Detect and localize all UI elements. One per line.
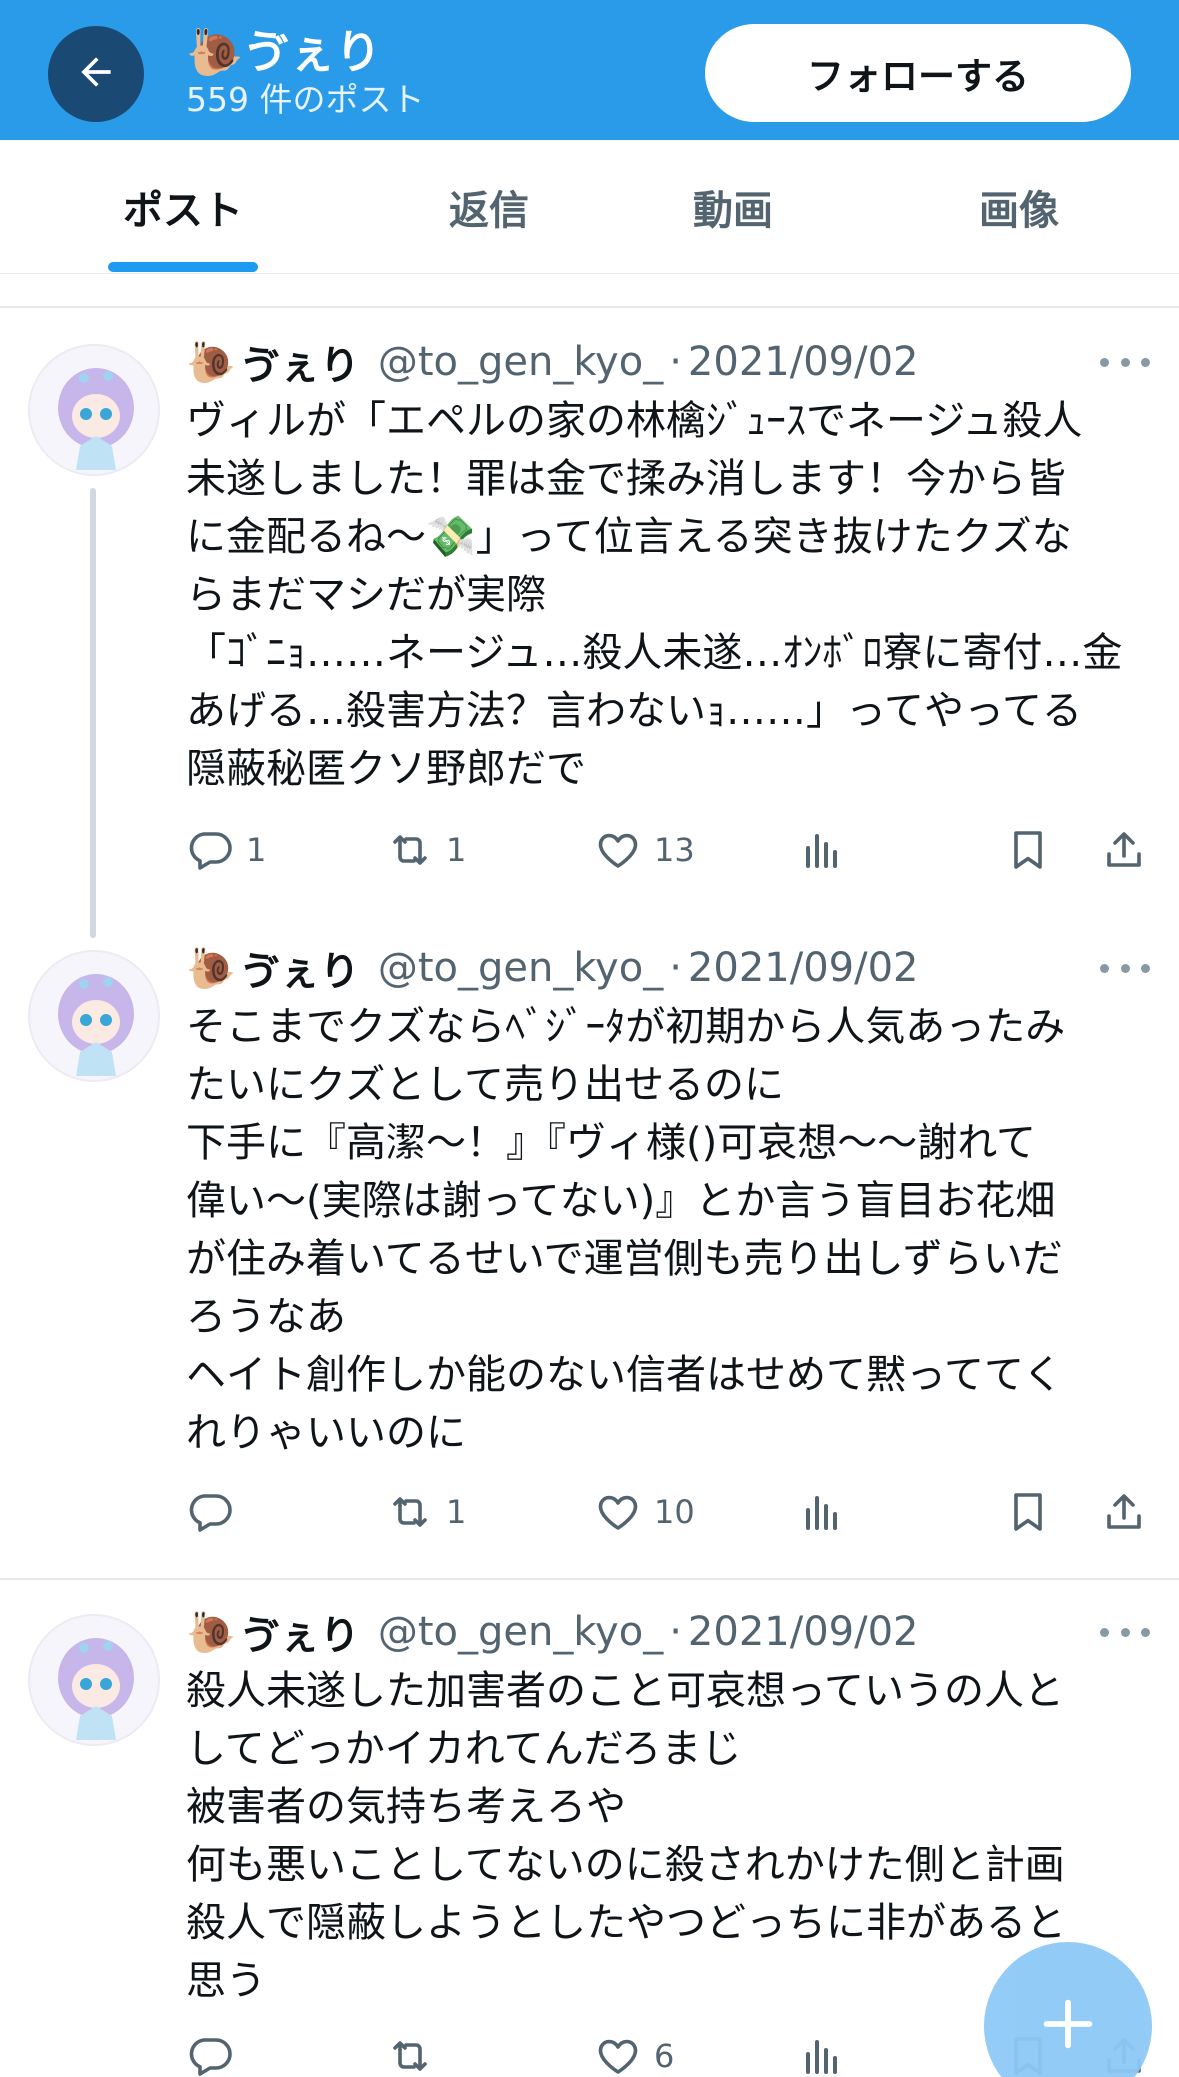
more-icon[interactable]: [1100, 352, 1150, 372]
bookmark-button[interactable]: [1004, 820, 1052, 880]
views-button[interactable]: [798, 2026, 846, 2077]
reply-count: 1: [246, 831, 267, 869]
post-text: そこまでクズならﾍﾞｼﾞｰﾀが初期から人気あったみ たいにクズとして売り出せるの…: [186, 1004, 1066, 1456]
like-count: 6: [654, 2037, 675, 2075]
arrow-left-icon: [74, 50, 118, 98]
heart-icon: [598, 833, 638, 868]
more-icon[interactable]: [1100, 958, 1150, 978]
retweet-count: 1: [446, 1493, 467, 1531]
tab-videos[interactable]: 動画: [610, 140, 856, 274]
avatar[interactable]: [28, 1614, 160, 1746]
bookmark-icon: [1014, 831, 1042, 869]
tab-images[interactable]: 画像: [896, 140, 1142, 274]
reply-icon: [189, 832, 232, 870]
post-header: 🐌 ゔぇり @to_gen_kyo_ · 2021/09/02: [186, 334, 918, 390]
snail-emoji: 🐌: [186, 945, 236, 992]
bookmark-icon: [1014, 1493, 1042, 1531]
reply-button[interactable]: [186, 1482, 246, 1542]
like-count: 13: [654, 831, 695, 869]
views-icon: [806, 1496, 837, 1530]
snail-emoji: 🐌: [186, 339, 236, 386]
separator-dot: ·: [669, 945, 682, 991]
more-icon[interactable]: [1100, 1622, 1150, 1642]
share-button[interactable]: [1100, 1482, 1148, 1542]
author-handle[interactable]: @to_gen_kyo_: [378, 1609, 663, 1655]
retweet-count: 1: [446, 831, 467, 869]
post-text: 殺人未遂した加害者のこと可哀想っていうの人と してどっかイカれてんだろまじ 被害…: [186, 1668, 1066, 2004]
separator-dot: ·: [669, 339, 682, 385]
profile-tabs: ポスト 返信 動画 画像: [0, 140, 1179, 274]
follow-button[interactable]: フォローする: [705, 24, 1131, 122]
reply-button[interactable]: [186, 2026, 246, 2077]
heart-icon: [598, 1495, 638, 1530]
retweet-button[interactable]: [386, 2026, 446, 2077]
author-name[interactable]: ゔぇり: [240, 1603, 360, 1661]
like-button[interactable]: 13: [594, 820, 695, 880]
retweet-icon: [393, 2041, 427, 2071]
back-button[interactable]: [48, 26, 144, 122]
avatar[interactable]: [28, 950, 160, 1082]
profile-name: 🐌ゔぇり: [186, 25, 382, 79]
snail-emoji: 🐌: [186, 25, 244, 79]
reply-icon: [189, 1494, 232, 1532]
author-name[interactable]: ゔぇり: [240, 939, 360, 997]
post-actions: 1 1 13: [186, 820, 1146, 880]
share-button[interactable]: [1100, 820, 1148, 880]
post[interactable]: 🐌 ゔぇり @to_gen_kyo_ · 2021/09/02 ヴィルが「エペル…: [0, 308, 1179, 938]
post-text: ヴィルが「エペルの家の林檎ｼﾞｭｰｽでネージュ殺人 未遂しました！罪は金で揉み消…: [186, 398, 1123, 792]
like-button[interactable]: 6: [594, 2026, 674, 2077]
snail-emoji: 🐌: [186, 1609, 236, 1656]
like-button[interactable]: 10: [594, 1482, 695, 1542]
retweet-icon: [393, 835, 427, 865]
views-icon: [806, 2040, 837, 2074]
author-handle[interactable]: @to_gen_kyo_: [378, 945, 663, 991]
author-name[interactable]: ゔぇり: [240, 333, 360, 391]
tab-active-indicator: [108, 262, 258, 272]
post-date[interactable]: 2021/09/02: [688, 339, 919, 385]
post[interactable]: 🐌 ゔぇり @to_gen_kyo_ · 2021/09/02 そこまでクズなら…: [0, 936, 1179, 1576]
post-header: 🐌 ゔぇり @to_gen_kyo_ · 2021/09/02: [186, 1604, 918, 1660]
views-icon: [806, 834, 837, 868]
retweet-button[interactable]: 1: [386, 1482, 466, 1542]
views-button[interactable]: [798, 820, 846, 880]
views-button[interactable]: [798, 1482, 846, 1542]
post-actions: 1 10: [186, 1482, 1146, 1542]
retweet-icon: [393, 1497, 427, 1527]
bookmark-button[interactable]: [1004, 1482, 1052, 1542]
share-icon: [1107, 832, 1141, 867]
reply-button[interactable]: 1: [186, 820, 266, 880]
post-header: 🐌 ゔぇり @to_gen_kyo_ · 2021/09/02: [186, 940, 918, 996]
like-count: 10: [654, 1493, 695, 1531]
heart-icon: [598, 2039, 638, 2074]
share-icon: [1107, 1494, 1141, 1529]
post-date[interactable]: 2021/09/02: [688, 945, 919, 991]
author-handle[interactable]: @to_gen_kyo_: [378, 339, 663, 385]
avatar[interactable]: [28, 344, 160, 476]
profile-header: 🐌ゔぇり 559 件のポスト フォローする: [0, 0, 1179, 140]
post-date[interactable]: 2021/09/02: [688, 1609, 919, 1655]
post-count: 559 件のポスト: [186, 80, 425, 119]
separator-dot: ·: [669, 1609, 682, 1655]
plus-icon: [1036, 1992, 1100, 2060]
tab-replies[interactable]: 返信: [366, 140, 612, 274]
thread-line: [90, 488, 96, 938]
retweet-button[interactable]: 1: [386, 820, 466, 880]
tab-posts[interactable]: ポスト: [60, 140, 306, 274]
reply-icon: [189, 2038, 232, 2076]
